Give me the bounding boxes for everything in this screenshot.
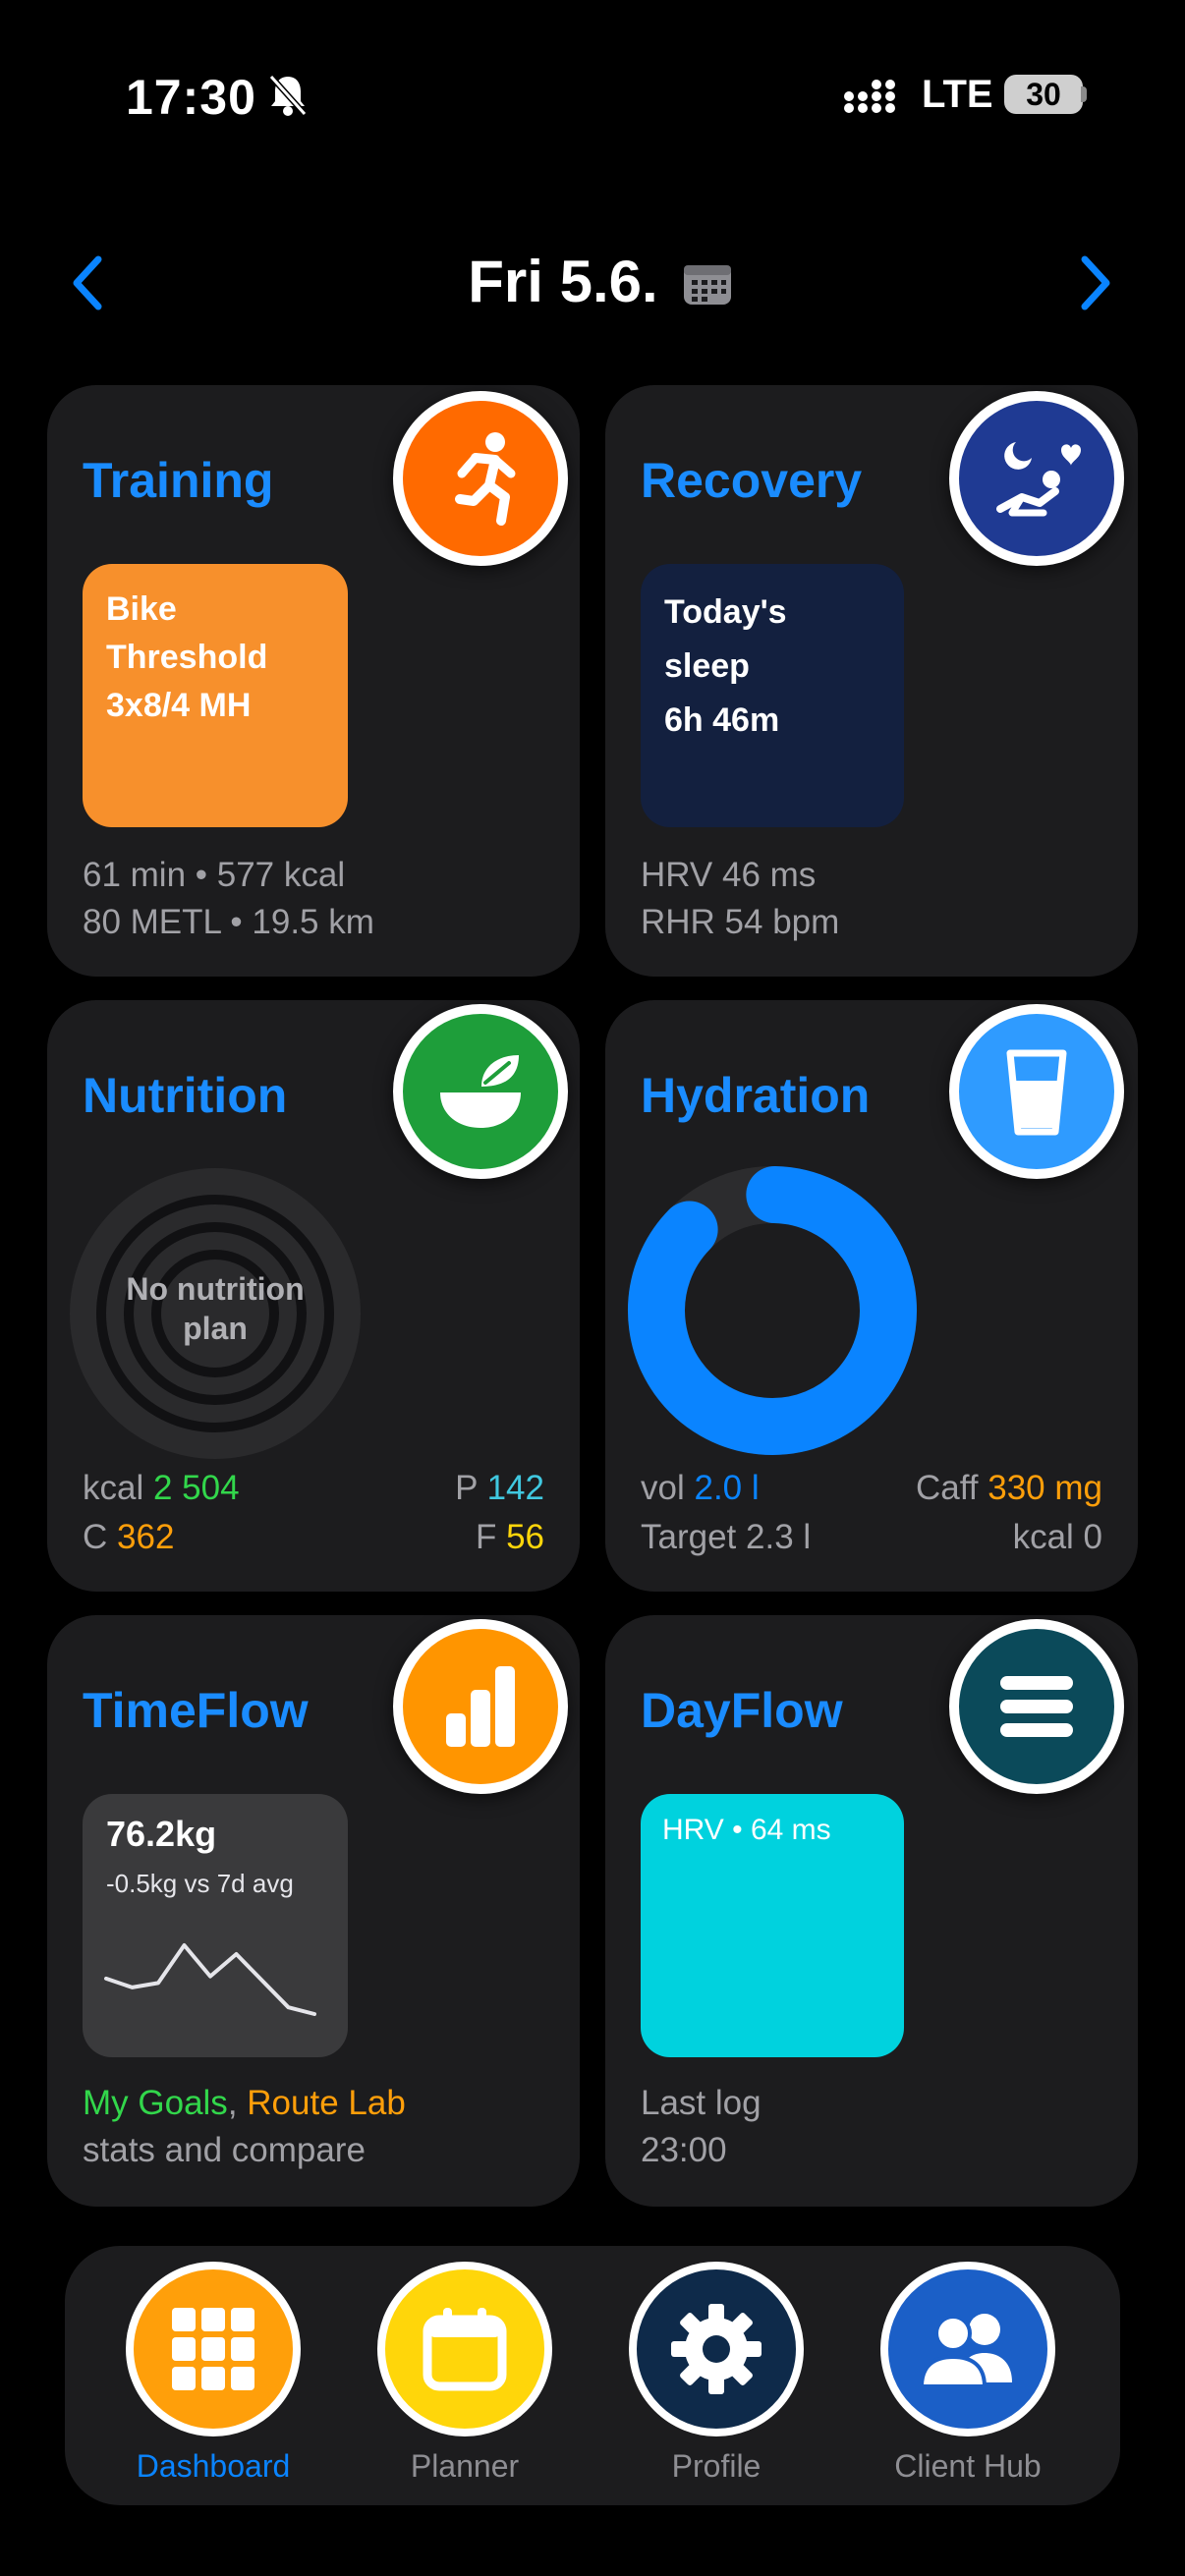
- workout-line-2: Threshold: [106, 639, 268, 676]
- water-glass-icon: [1006, 1049, 1067, 1136]
- training-badge[interactable]: [393, 391, 568, 566]
- carbs-label: C: [83, 1518, 108, 1556]
- tab-planner[interactable]: [377, 2262, 552, 2436]
- sleep-line-3: 6h 46m: [664, 701, 780, 739]
- chevron-right-icon[interactable]: [1075, 253, 1114, 312]
- hydration-badge[interactable]: [949, 1004, 1124, 1179]
- nutrition-badge[interactable]: [393, 1004, 568, 1179]
- weight-trend-line: [104, 1943, 316, 2016]
- tab-dashboard-label[interactable]: Dashboard: [95, 2448, 331, 2485]
- hydration-progress-arc: [628, 1166, 917, 1455]
- gear-icon: [671, 2304, 762, 2394]
- dayflow-hrv-text: HRV • 64 ms: [662, 1814, 831, 1846]
- timeflow-meta: stats and compare: [83, 2131, 366, 2169]
- runner-icon: [455, 432, 516, 526]
- workout-line-1: Bike: [106, 590, 177, 628]
- vol-label: vol: [641, 1469, 685, 1507]
- recovery-sleep-tile[interactable]: Today's sleep 6h 46m: [641, 564, 904, 827]
- nutrition-fat: F 56: [476, 1513, 544, 1561]
- hydration-kcal: kcal 0: [1012, 1518, 1102, 1556]
- timeflow-links: My Goals, Route Lab: [83, 2079, 406, 2127]
- weight-sparkline: [104, 1943, 316, 2016]
- battery-indicator: 30: [1004, 75, 1083, 114]
- tab-client-hub[interactable]: [880, 2262, 1055, 2436]
- nutrition-carbs: C 362: [83, 1513, 174, 1561]
- route-lab-link[interactable]: Route Lab: [247, 2084, 406, 2122]
- hydration-target: Target 2.3 l: [641, 1518, 812, 1556]
- nutrition-kcal: kcal 2 504: [83, 1464, 240, 1512]
- salad-bowl-icon: [440, 1055, 521, 1128]
- protein-value: 142: [486, 1469, 544, 1507]
- sleep-relax-icon: [996, 442, 1081, 517]
- weight-delta: -0.5kg vs 7d avg: [106, 1869, 294, 1898]
- sleep-line-1: Today's: [664, 593, 787, 631]
- weight-tile[interactable]: 76.2kg -0.5kg vs 7d avg: [83, 1794, 348, 2057]
- network-type: LTE: [922, 73, 993, 116]
- bar-chart-icon: [446, 1666, 515, 1747]
- dayflow-meta-1: Last log: [641, 2084, 762, 2122]
- link-separator: ,: [227, 2084, 238, 2122]
- caff-label: Caff: [915, 1469, 979, 1507]
- recovery-meta-1: HRV 46 ms: [641, 856, 817, 894]
- tab-client-hub-label[interactable]: Client Hub: [850, 2448, 1086, 2485]
- date-label: Fri 5.6.: [468, 249, 658, 314]
- hydration-volume: vol 2.0 l: [641, 1464, 760, 1512]
- tab-dashboard[interactable]: [126, 2262, 301, 2436]
- no-nutrition-plan-label: No nutrition plan: [126, 1271, 305, 1346]
- dayflow-hrv-tile[interactable]: HRV • 64 ms: [641, 1794, 904, 2057]
- nutrition-title: Nutrition: [83, 1068, 288, 1123]
- calendar-picker-icon[interactable]: [682, 261, 733, 307]
- hydration-ring-chart: [628, 1166, 917, 1455]
- training-workout-tile[interactable]: Bike Threshold 3x8/4 MH: [83, 564, 348, 827]
- fat-label: F: [475, 1518, 497, 1556]
- recovery-badge[interactable]: [949, 391, 1124, 566]
- vol-value: 2.0 l: [694, 1469, 760, 1507]
- bell-muted-icon: [268, 74, 308, 117]
- training-meta-1: 61 min • 577 kcal: [83, 856, 346, 894]
- timeflow-badge[interactable]: [393, 1619, 568, 1794]
- date-title: Fri 5.6.: [0, 248, 1185, 315]
- calendar-icon: [423, 2308, 507, 2391]
- hydration-caffeine: Caff 330 mg: [916, 1464, 1102, 1512]
- people-icon: [919, 2314, 1012, 2388]
- status-time: 17:30: [126, 70, 256, 125]
- hydration-title: Hydration: [641, 1068, 871, 1123]
- cellular-signal-icon: [844, 80, 895, 113]
- dayflow-meta-2: 23:00: [641, 2131, 727, 2169]
- menu-lines-icon: [1000, 1676, 1073, 1737]
- kcal-value: 2 504: [152, 1469, 240, 1507]
- my-goals-link[interactable]: My Goals: [83, 2084, 228, 2122]
- workout-line-3: 3x8/4 MH: [106, 687, 252, 724]
- battery-tip: [1081, 86, 1087, 102]
- tab-profile[interactable]: [629, 2262, 804, 2436]
- fat-value: 56: [506, 1518, 544, 1556]
- nutrition-protein: P 142: [455, 1464, 544, 1512]
- timeflow-title: TimeFlow: [83, 1683, 309, 1738]
- tab-profile-label[interactable]: Profile: [598, 2448, 834, 2485]
- dayflow-title: DayFlow: [641, 1683, 843, 1738]
- dayflow-badge[interactable]: [949, 1619, 1124, 1794]
- weight-value: 76.2kg: [106, 1814, 217, 1854]
- grid-icon: [172, 2308, 254, 2390]
- kcal-label: kcal: [83, 1469, 144, 1507]
- tab-planner-label[interactable]: Planner: [347, 2448, 583, 2485]
- training-title: Training: [83, 453, 274, 508]
- carbs-value: 362: [117, 1518, 175, 1556]
- training-meta-2: 80 METL • 19.5 km: [83, 903, 374, 941]
- sleep-line-2: sleep: [664, 647, 750, 685]
- protein-label: P: [455, 1469, 478, 1507]
- caff-value: 330 mg: [988, 1469, 1102, 1507]
- recovery-meta-2: RHR 54 bpm: [641, 903, 840, 941]
- recovery-title: Recovery: [641, 453, 863, 508]
